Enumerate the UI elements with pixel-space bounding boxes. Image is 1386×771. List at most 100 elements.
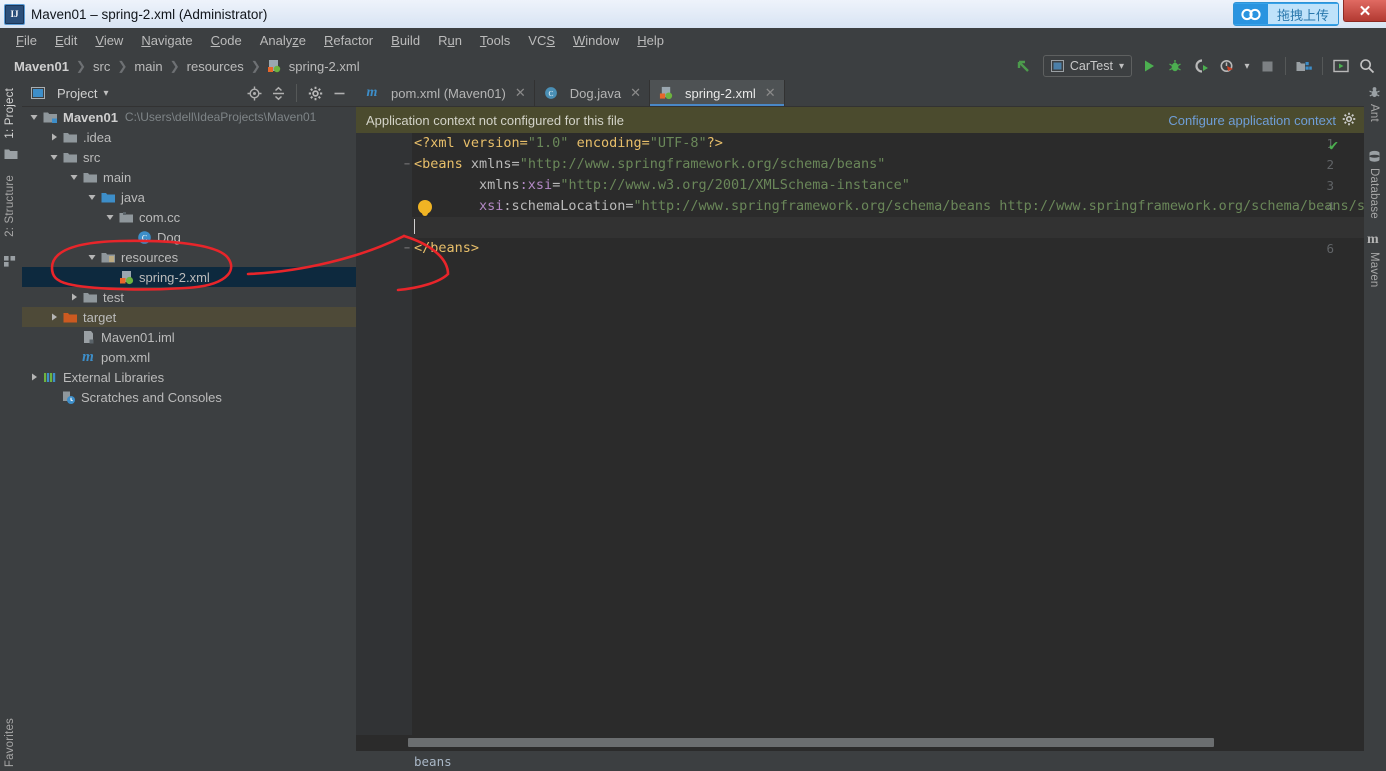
sidebar-item-favorites[interactable]: Favorites bbox=[4, 718, 16, 767]
project-tree[interactable]: Maven01 C:\Users\dell\IdeaProjects\Maven… bbox=[22, 107, 356, 771]
run-with-coverage-button[interactable] bbox=[1188, 54, 1214, 78]
baidu-upload-button[interactable]: 拖拽上传 bbox=[1232, 2, 1339, 26]
code-editor[interactable]: 1 2 3 4 5 6 − − <?xml version="1.0" enco… bbox=[356, 133, 1364, 735]
tree-row-idea[interactable]: .idea bbox=[22, 127, 356, 147]
intellij-window: IJ Maven01 – spring-2.xml (Administrator… bbox=[0, 0, 1386, 771]
menu-item-code[interactable]: Code bbox=[202, 31, 251, 50]
sidebar-item-structure[interactable]: 2: Structure bbox=[4, 175, 16, 237]
tree-row-spring-2-xml[interactable]: spring-2.xml bbox=[22, 267, 356, 287]
editor-tab-pom-xml[interactable]: m pom.xml (Maven01) ✕ bbox=[356, 80, 535, 106]
sidebar-item-database[interactable]: Database bbox=[1368, 168, 1380, 219]
iml-file-icon bbox=[80, 329, 96, 345]
gear-icon[interactable] bbox=[1342, 112, 1356, 129]
tree-row-external-libraries[interactable]: External Libraries bbox=[22, 367, 356, 387]
tree-row-maven01-iml[interactable]: Maven01.iml bbox=[22, 327, 356, 347]
profiler-dropdown[interactable]: ▾ bbox=[1240, 54, 1254, 78]
menu-item-edit[interactable]: Edit bbox=[46, 31, 86, 50]
left-tool-strip: 1: Project 2: Structure Favorites bbox=[0, 80, 23, 771]
menu-item-view[interactable]: View bbox=[86, 31, 132, 50]
menu-item-window[interactable]: Window bbox=[564, 31, 628, 50]
editor-gutter[interactable] bbox=[356, 133, 412, 735]
chevron-right-icon[interactable] bbox=[28, 371, 40, 383]
fold-marker[interactable]: − bbox=[402, 154, 412, 175]
editor-horizontal-scrollbar-thumb[interactable] bbox=[408, 738, 1214, 747]
tree-row-scratches[interactable]: Scratches and Consoles bbox=[22, 387, 356, 407]
tree-row-dog[interactable]: C Dog bbox=[22, 227, 356, 247]
fold-marker[interactable]: − bbox=[402, 238, 412, 259]
search-icon bbox=[1360, 59, 1375, 74]
tree-row-test[interactable]: test bbox=[22, 287, 356, 307]
debug-button[interactable] bbox=[1162, 54, 1188, 78]
ant-icon bbox=[1368, 86, 1381, 102]
settings-button[interactable] bbox=[304, 82, 326, 104]
chevron-right-icon[interactable] bbox=[68, 291, 80, 303]
search-everywhere-button[interactable] bbox=[1354, 54, 1380, 78]
tree-row-main[interactable]: main bbox=[22, 167, 356, 187]
ide-settings-button[interactable] bbox=[1328, 54, 1354, 78]
back-arrow-icon[interactable] bbox=[1011, 54, 1037, 78]
run-button[interactable] bbox=[1136, 54, 1162, 78]
chevron-down-icon[interactable] bbox=[68, 171, 80, 183]
tree-row-resources[interactable]: resources bbox=[22, 247, 356, 267]
collapse-all-button[interactable] bbox=[267, 82, 289, 104]
editor-tab-spring-2-xml[interactable]: spring-2.xml ✕ bbox=[650, 80, 785, 106]
tree-row-target[interactable]: target bbox=[22, 307, 356, 327]
configure-application-context-link[interactable]: Configure application context bbox=[1168, 113, 1336, 128]
menu-item-run[interactable]: Run bbox=[429, 31, 471, 50]
menu-item-navigate[interactable]: Navigate bbox=[132, 31, 201, 50]
breadcrumb-item-resources[interactable]: resources bbox=[185, 59, 246, 74]
run-configuration-selector[interactable]: CarTest ▾ bbox=[1042, 55, 1132, 77]
menu-item-file[interactable]: File bbox=[7, 31, 46, 50]
menu-item-help[interactable]: Help bbox=[628, 31, 673, 50]
close-icon[interactable]: ✕ bbox=[630, 85, 641, 101]
sidebar-item-ant[interactable]: Ant bbox=[1368, 104, 1380, 122]
scroll-from-source-button[interactable] bbox=[243, 82, 265, 104]
chevron-right-icon[interactable] bbox=[48, 311, 60, 323]
minimize-icon bbox=[334, 92, 344, 94]
chevron-down-icon[interactable] bbox=[48, 151, 60, 163]
breadcrumb-item-project[interactable]: Maven01 bbox=[12, 59, 71, 74]
tree-row-pom-xml[interactable]: m pom.xml bbox=[22, 347, 356, 367]
menu-item-analyze[interactable]: Analyze bbox=[251, 31, 315, 50]
project-structure-button[interactable] bbox=[1291, 54, 1317, 78]
tree-row-com-cc[interactable]: com.cc bbox=[22, 207, 356, 227]
chevron-down-icon[interactable] bbox=[104, 211, 116, 223]
breadcrumb-item-file[interactable]: spring-2.xml bbox=[287, 59, 362, 74]
editor-tab-dog-java[interactable]: C Dog.java ✕ bbox=[535, 80, 650, 106]
close-icon[interactable]: ✕ bbox=[1343, 0, 1386, 22]
menu-item-refactor[interactable]: Refactor bbox=[315, 31, 382, 50]
breadcrumb-item-src[interactable]: src bbox=[91, 59, 112, 74]
chevron-down-icon[interactable] bbox=[86, 251, 98, 263]
toolbar-divider bbox=[1322, 57, 1323, 75]
editor-breadcrumb-beans[interactable]: beans bbox=[414, 754, 452, 769]
close-icon[interactable]: ✕ bbox=[765, 85, 776, 101]
chevron-down-icon[interactable] bbox=[28, 111, 40, 123]
chevron-right-icon[interactable] bbox=[48, 131, 60, 143]
inspection-status-badge[interactable]: ✔ bbox=[1329, 136, 1338, 154]
menu-item-vcs[interactable]: VCS bbox=[519, 31, 564, 50]
java-class-icon: C bbox=[136, 229, 152, 245]
target-icon bbox=[247, 86, 261, 100]
stop-button[interactable] bbox=[1254, 54, 1280, 78]
menu-item-build[interactable]: Build bbox=[382, 31, 429, 50]
tree-row-maven01[interactable]: Maven01 C:\Users\dell\IdeaProjects\Maven… bbox=[22, 107, 356, 127]
chevron-down-icon[interactable] bbox=[86, 191, 98, 203]
profiler-button[interactable] bbox=[1214, 54, 1240, 78]
sidebar-item-maven[interactable]: Maven bbox=[1368, 252, 1380, 288]
notification-message: Application context not configured for t… bbox=[366, 112, 624, 128]
breadcrumb-item-main[interactable]: main bbox=[132, 59, 164, 74]
svg-text:C: C bbox=[141, 233, 146, 242]
scratches-icon bbox=[60, 389, 76, 405]
baidu-netdisk-icon bbox=[1233, 4, 1268, 24]
close-icon[interactable]: ✕ bbox=[515, 85, 526, 101]
chevron-down-icon[interactable]: ▾ bbox=[103, 88, 108, 99]
tree-row-java[interactable]: java bbox=[22, 187, 356, 207]
package-icon bbox=[118, 209, 134, 225]
editor-horizontal-scrollbar-track[interactable] bbox=[356, 735, 1364, 751]
project-tool-window: Project ▾ Maven01 C:\Users\dell\IdeaProj… bbox=[22, 80, 357, 771]
project-view-selector[interactable]: Project ▾ bbox=[22, 85, 109, 101]
menu-item-tools[interactable]: Tools bbox=[471, 31, 519, 50]
sidebar-item-project[interactable]: 1: Project bbox=[4, 88, 16, 139]
hide-button[interactable] bbox=[328, 82, 350, 104]
tree-row-src[interactable]: src bbox=[22, 147, 356, 167]
